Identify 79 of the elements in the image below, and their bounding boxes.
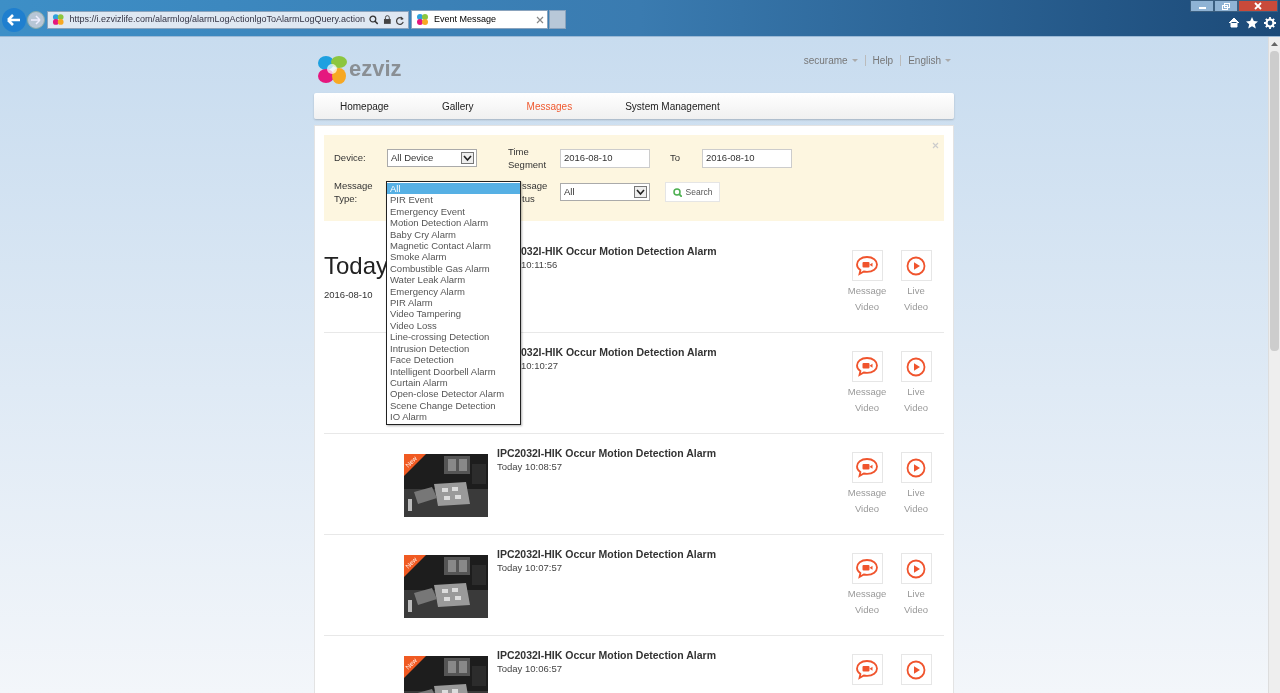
action-label: Live Video <box>902 385 930 415</box>
browser-tab[interactable]: Event Message <box>411 10 548 29</box>
scrollbar-thumb[interactable] <box>1270 51 1279 351</box>
dropdown-option[interactable]: Baby Cry Alarm <box>387 228 520 241</box>
dropdown-option[interactable]: Intelligent Doorbell Alarm <box>387 365 520 377</box>
event-time: 10:10:27 <box>521 359 559 372</box>
status-select[interactable]: All <box>560 183 650 201</box>
dropdown-option[interactable]: Curtain Alarm <box>387 376 520 389</box>
action-label: Message Video <box>846 486 888 516</box>
event-title[interactable]: 032I-HIK Occur Motion Detection Alarm <box>521 245 717 258</box>
close-window-button[interactable] <box>1238 0 1278 12</box>
event-time: Today 10:07:57 <box>497 561 563 574</box>
back-icon[interactable] <box>2 7 26 32</box>
dropdown-option[interactable]: Video Loss <box>387 319 520 332</box>
dropdown-option[interactable]: Face Detection <box>387 354 520 366</box>
event-time: Today 10:06:57 <box>497 662 563 675</box>
dropdown-option[interactable]: Water Leak Alarm <box>387 274 520 286</box>
event-title[interactable]: 032I-HIK Occur Motion Detection Alarm <box>521 346 717 359</box>
dropdown-arrow-icon[interactable] <box>634 186 647 198</box>
scroll-up-icon[interactable] <box>1271 42 1278 46</box>
dropdown-option[interactable]: Scene Change Detection <box>387 399 520 412</box>
event-time: 10:11:56 <box>521 258 559 271</box>
address-bar[interactable]: https://i.ezvizlife.com/alarmlog/alarmLogActionlgoToAlarmLogQuery.action <box>47 10 409 29</box>
lock-icon[interactable] <box>382 14 392 25</box>
dropdown-option[interactable]: Combustible Gas Alarm <box>387 262 520 275</box>
nav-tab[interactable]: Gallery <box>441 98 474 114</box>
url-text: https://i.ezvizlife.com/alarmlog/alarmLogActionlgoToAlarmLogQuery.action <box>69 12 365 26</box>
action-label: Live Video <box>902 284 930 314</box>
event-time: Today 10:08:57 <box>497 460 563 473</box>
site-icon[interactable] <box>51 12 66 27</box>
day-heading: Today <box>324 254 389 278</box>
dropdown-option[interactable]: Emergency Alarm <box>387 285 520 298</box>
home-icon[interactable] <box>1228 17 1240 28</box>
search-button[interactable]: Search <box>665 182 720 202</box>
dropdown-option[interactable]: Intrusion Detection <box>387 342 520 355</box>
device-select[interactable]: All Device <box>387 149 477 167</box>
settings-icon[interactable] <box>1264 16 1276 29</box>
action-label: Message Video <box>846 385 888 415</box>
dropdown-option[interactable]: Magnetic Contact Alarm <box>387 240 520 252</box>
field-label: ssage <box>522 179 549 192</box>
date-field[interactable]: 2016-08-10 <box>560 148 650 168</box>
star-icon[interactable] <box>1246 16 1258 29</box>
action-label: Live Video <box>902 486 930 516</box>
nav-tab[interactable]: Homepage <box>340 98 389 114</box>
action-label: Message Video <box>846 587 888 617</box>
tab-title: Event Message <box>434 12 498 26</box>
refresh-icon[interactable] <box>395 14 405 25</box>
action-label: Live Video <box>902 587 930 617</box>
logo-text: ezviz <box>349 58 402 80</box>
event-title[interactable]: IPC2032I-HIK Occur Motion Detection Alarm <box>497 548 716 561</box>
search-icon[interactable] <box>368 14 379 25</box>
minimize-button[interactable] <box>1190 0 1214 12</box>
site-icon[interactable] <box>415 12 430 27</box>
dropdown-option[interactable]: IO Alarm <box>387 411 520 423</box>
dropdown-option[interactable]: Emergency Event <box>387 205 520 218</box>
dropdown-option[interactable]: PIR Alarm <box>387 297 520 309</box>
field-label: Device: <box>334 150 367 165</box>
scrollbar[interactable] <box>1268 37 1280 693</box>
field-label: Time Segment <box>508 145 548 171</box>
close-icon[interactable] <box>536 15 544 24</box>
dropdown-option[interactable]: Smoke Alarm <box>387 251 520 263</box>
dropdown-option[interactable]: PIR Event <box>387 194 520 206</box>
field-label: Message Type: <box>334 179 374 205</box>
field-label: tus <box>522 192 536 205</box>
day-date: 2016-08-10 <box>324 288 373 302</box>
restore-button[interactable] <box>1214 0 1238 12</box>
dropdown-option[interactable]: Line-crossing Detection <box>387 331 520 343</box>
nav-tab[interactable]: System Management <box>625 98 720 114</box>
dropdown-arrow-icon[interactable] <box>461 152 474 164</box>
dropdown-option[interactable]: Open-close Detector Alarm <box>387 388 520 400</box>
logo-icon[interactable] <box>317 53 348 85</box>
field-label: To <box>670 150 682 165</box>
dropdown-option[interactable]: Motion Detection Alarm <box>387 217 520 229</box>
forward-icon[interactable] <box>27 10 45 29</box>
event-title[interactable]: IPC2032I-HIK Occur Motion Detection Alarm <box>497 649 716 662</box>
date-field[interactable]: 2016-08-10 <box>702 148 792 168</box>
dropdown-option[interactable]: Video Tampering <box>387 308 520 320</box>
event-title[interactable]: IPC2032I-HIK Occur Motion Detection Alarm <box>497 447 716 460</box>
action-label: Message Video <box>846 284 888 314</box>
